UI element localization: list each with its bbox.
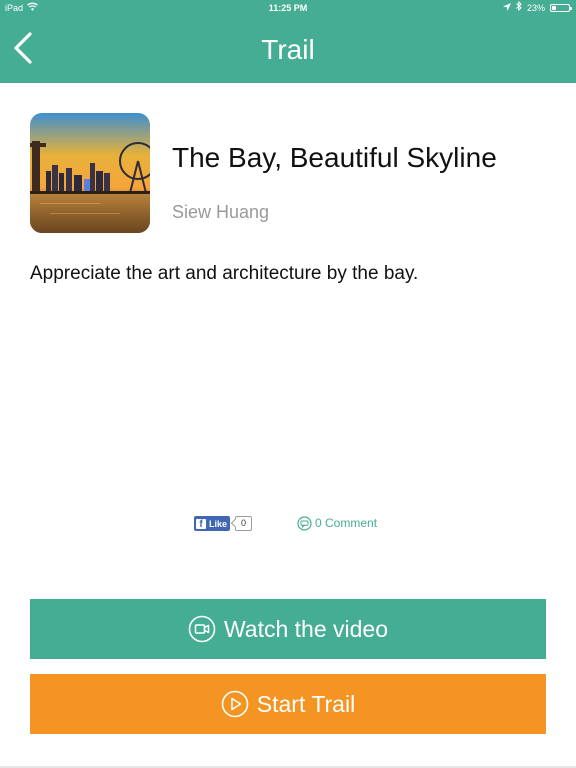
video-camera-icon [188,615,216,643]
start-trail-label: Start Trail [256,690,356,717]
bluetooth-icon [516,0,522,16]
trail-thumbnail [30,113,150,233]
battery-level [552,6,556,10]
trail-title: The Bay, Beautiful Skyline [172,142,497,173]
comment-link[interactable]: 0 Comment [297,515,377,531]
comment-icon [297,515,312,531]
nav-bar: iPad 11:25 PM 23% Trail [0,0,576,83]
play-icon [221,690,249,718]
page-title: Trail [261,34,315,65]
status-time: 11:25 PM [268,3,308,13]
like-label: Like [209,518,228,529]
battery-icon [550,4,572,12]
watch-video-label: Watch the video [223,615,389,642]
trail-author: Siew Huang [172,202,270,222]
facebook-like-button[interactable]: f Like 0 [194,516,253,531]
like-count: 0 [235,516,253,531]
trail-description: Appreciate the art and architecture by t… [30,263,419,284]
facebook-icon: f [196,518,206,530]
start-trail-button[interactable]: Start Trail [30,674,546,734]
location-icon [502,0,511,16]
comment-label: 0 Comment [315,516,378,530]
battery-percent: 23% [526,3,545,13]
status-bar: iPad 11:25 PM 23% [0,0,576,16]
watch-video-button[interactable]: Watch the video [30,599,546,659]
